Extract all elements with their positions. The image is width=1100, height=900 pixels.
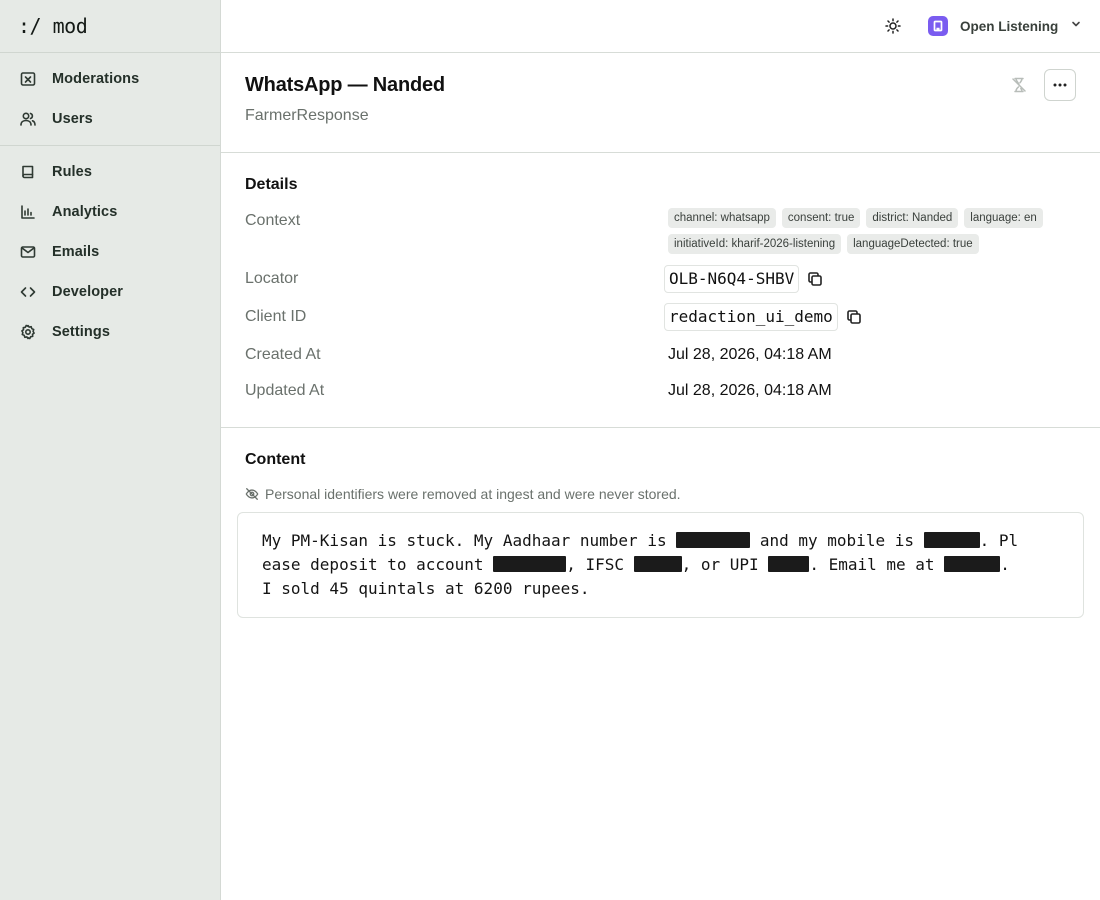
sidebar-item-label: Developer bbox=[52, 284, 124, 300]
sidebar-item-users[interactable]: Users bbox=[0, 99, 220, 139]
context-tag: languageDetected: true bbox=[847, 234, 979, 254]
theme-toggle-button[interactable] bbox=[883, 16, 903, 36]
message-content: My PM-Kisan is stuck. My Aadhaar number … bbox=[237, 512, 1084, 618]
context-tag: initiativeId: kharif-2026-listening bbox=[668, 234, 842, 254]
building-icon bbox=[933, 20, 943, 32]
content-text: and my mobile is bbox=[750, 531, 924, 550]
created-at-value: Jul 28, 2026, 04:18 AM bbox=[668, 346, 832, 363]
locator-value-group: OLB-N6Q4-SHBV bbox=[664, 265, 825, 293]
workspace-name: Open Listening bbox=[960, 18, 1059, 34]
sidebar-item-label: Rules bbox=[52, 164, 92, 180]
locator-label: Locator bbox=[245, 270, 299, 287]
context-tag: district: Nanded bbox=[866, 208, 959, 228]
users-icon bbox=[20, 111, 36, 127]
page-header: WhatsApp — Nanded FarmerResponse bbox=[221, 53, 1100, 153]
nav-group-primary: Moderations Users bbox=[0, 53, 220, 145]
workspace-switcher[interactable]: Open Listening bbox=[928, 16, 1082, 36]
sidebar-item-rules[interactable]: Rules bbox=[0, 152, 220, 192]
sidebar-item-developer[interactable]: Developer bbox=[0, 272, 220, 312]
copy-client-id-button[interactable] bbox=[844, 307, 864, 327]
main-content: WhatsApp — Nanded FarmerResponse Details… bbox=[221, 53, 1100, 900]
sidebar-item-label: Settings bbox=[52, 324, 110, 340]
sidebar-item-emails[interactable]: Emails bbox=[0, 232, 220, 272]
content-text: My PM-Kisan is stuck. My Aadhaar number … bbox=[262, 531, 677, 550]
content-text: . bbox=[1000, 555, 1010, 574]
page-title: WhatsApp — Nanded bbox=[245, 74, 445, 96]
more-options-button[interactable] bbox=[1044, 69, 1076, 101]
created-at-label: Created At bbox=[245, 346, 321, 363]
redaction-mark bbox=[944, 556, 1001, 572]
details-heading: Details bbox=[245, 176, 298, 193]
pii-notice-text: Personal identifiers were removed at ing… bbox=[265, 486, 681, 502]
content-heading: Content bbox=[245, 451, 306, 468]
content-text: I sold 45 quintals at 6200 rupees. bbox=[262, 579, 590, 598]
nav-group-secondary: Rules Analytics Emails Developer Setting… bbox=[0, 145, 220, 358]
content-text: . Email me at bbox=[809, 555, 945, 574]
content-text: , IFSC bbox=[566, 555, 634, 574]
hourglass-off-icon[interactable] bbox=[1009, 75, 1029, 95]
ellipsis-icon bbox=[1053, 83, 1067, 87]
content-text: ease deposit to account bbox=[262, 555, 494, 574]
context-tags: channel: whatsapp consent: true district… bbox=[668, 208, 1078, 254]
updated-at-value: Jul 28, 2026, 04:18 AM bbox=[668, 382, 832, 399]
context-tag: consent: true bbox=[781, 208, 861, 228]
mail-icon bbox=[20, 244, 36, 260]
client-id-value-group: redaction_ui_demo bbox=[664, 303, 864, 331]
sidebar: :/ mod Moderations Users Rules Analytics bbox=[0, 0, 221, 900]
redaction-mark bbox=[923, 532, 980, 548]
topbar: Open Listening bbox=[221, 0, 1100, 53]
chart-icon bbox=[20, 204, 36, 220]
gear-icon bbox=[20, 324, 36, 340]
sidebar-item-label: Moderations bbox=[52, 71, 140, 87]
context-tag: language: en bbox=[964, 208, 1043, 228]
redaction-mark bbox=[493, 556, 567, 572]
copy-icon bbox=[846, 310, 861, 324]
redaction-mark bbox=[633, 556, 682, 572]
chevron-down-icon bbox=[1070, 17, 1082, 35]
sidebar-item-moderations[interactable]: Moderations bbox=[0, 59, 220, 99]
sidebar-item-label: Emails bbox=[52, 244, 100, 260]
book-icon bbox=[20, 164, 36, 180]
client-id-label: Client ID bbox=[245, 308, 307, 325]
redaction-mark bbox=[768, 556, 810, 572]
sidebar-item-label: Users bbox=[52, 111, 93, 127]
redaction-mark bbox=[676, 532, 751, 548]
pii-notice: Personal identifiers were removed at ing… bbox=[245, 486, 681, 502]
client-id-value[interactable]: redaction_ui_demo bbox=[664, 303, 838, 331]
sun-icon bbox=[885, 18, 901, 34]
moderation-icon bbox=[20, 71, 36, 87]
eye-off-icon bbox=[245, 488, 259, 500]
content-text: , or UPI bbox=[681, 555, 769, 574]
code-icon bbox=[20, 284, 36, 300]
app-logo[interactable]: :/ mod bbox=[0, 0, 220, 53]
page-subtitle: FarmerResponse bbox=[245, 107, 369, 124]
locator-value[interactable]: OLB-N6Q4-SHBV bbox=[664, 265, 800, 293]
context-label: Context bbox=[245, 212, 301, 229]
sidebar-item-settings[interactable]: Settings bbox=[0, 312, 220, 352]
copy-icon bbox=[808, 272, 823, 286]
context-tag: channel: whatsapp bbox=[668, 208, 776, 228]
details-section: Details Context channel: whatsapp consen… bbox=[221, 153, 1100, 428]
content-text: . Pl bbox=[979, 531, 1019, 550]
copy-locator-button[interactable] bbox=[805, 269, 825, 289]
workspace-logo bbox=[928, 16, 948, 36]
updated-at-label: Updated At bbox=[245, 382, 325, 399]
sidebar-item-label: Analytics bbox=[52, 204, 118, 220]
sidebar-item-analytics[interactable]: Analytics bbox=[0, 192, 220, 232]
